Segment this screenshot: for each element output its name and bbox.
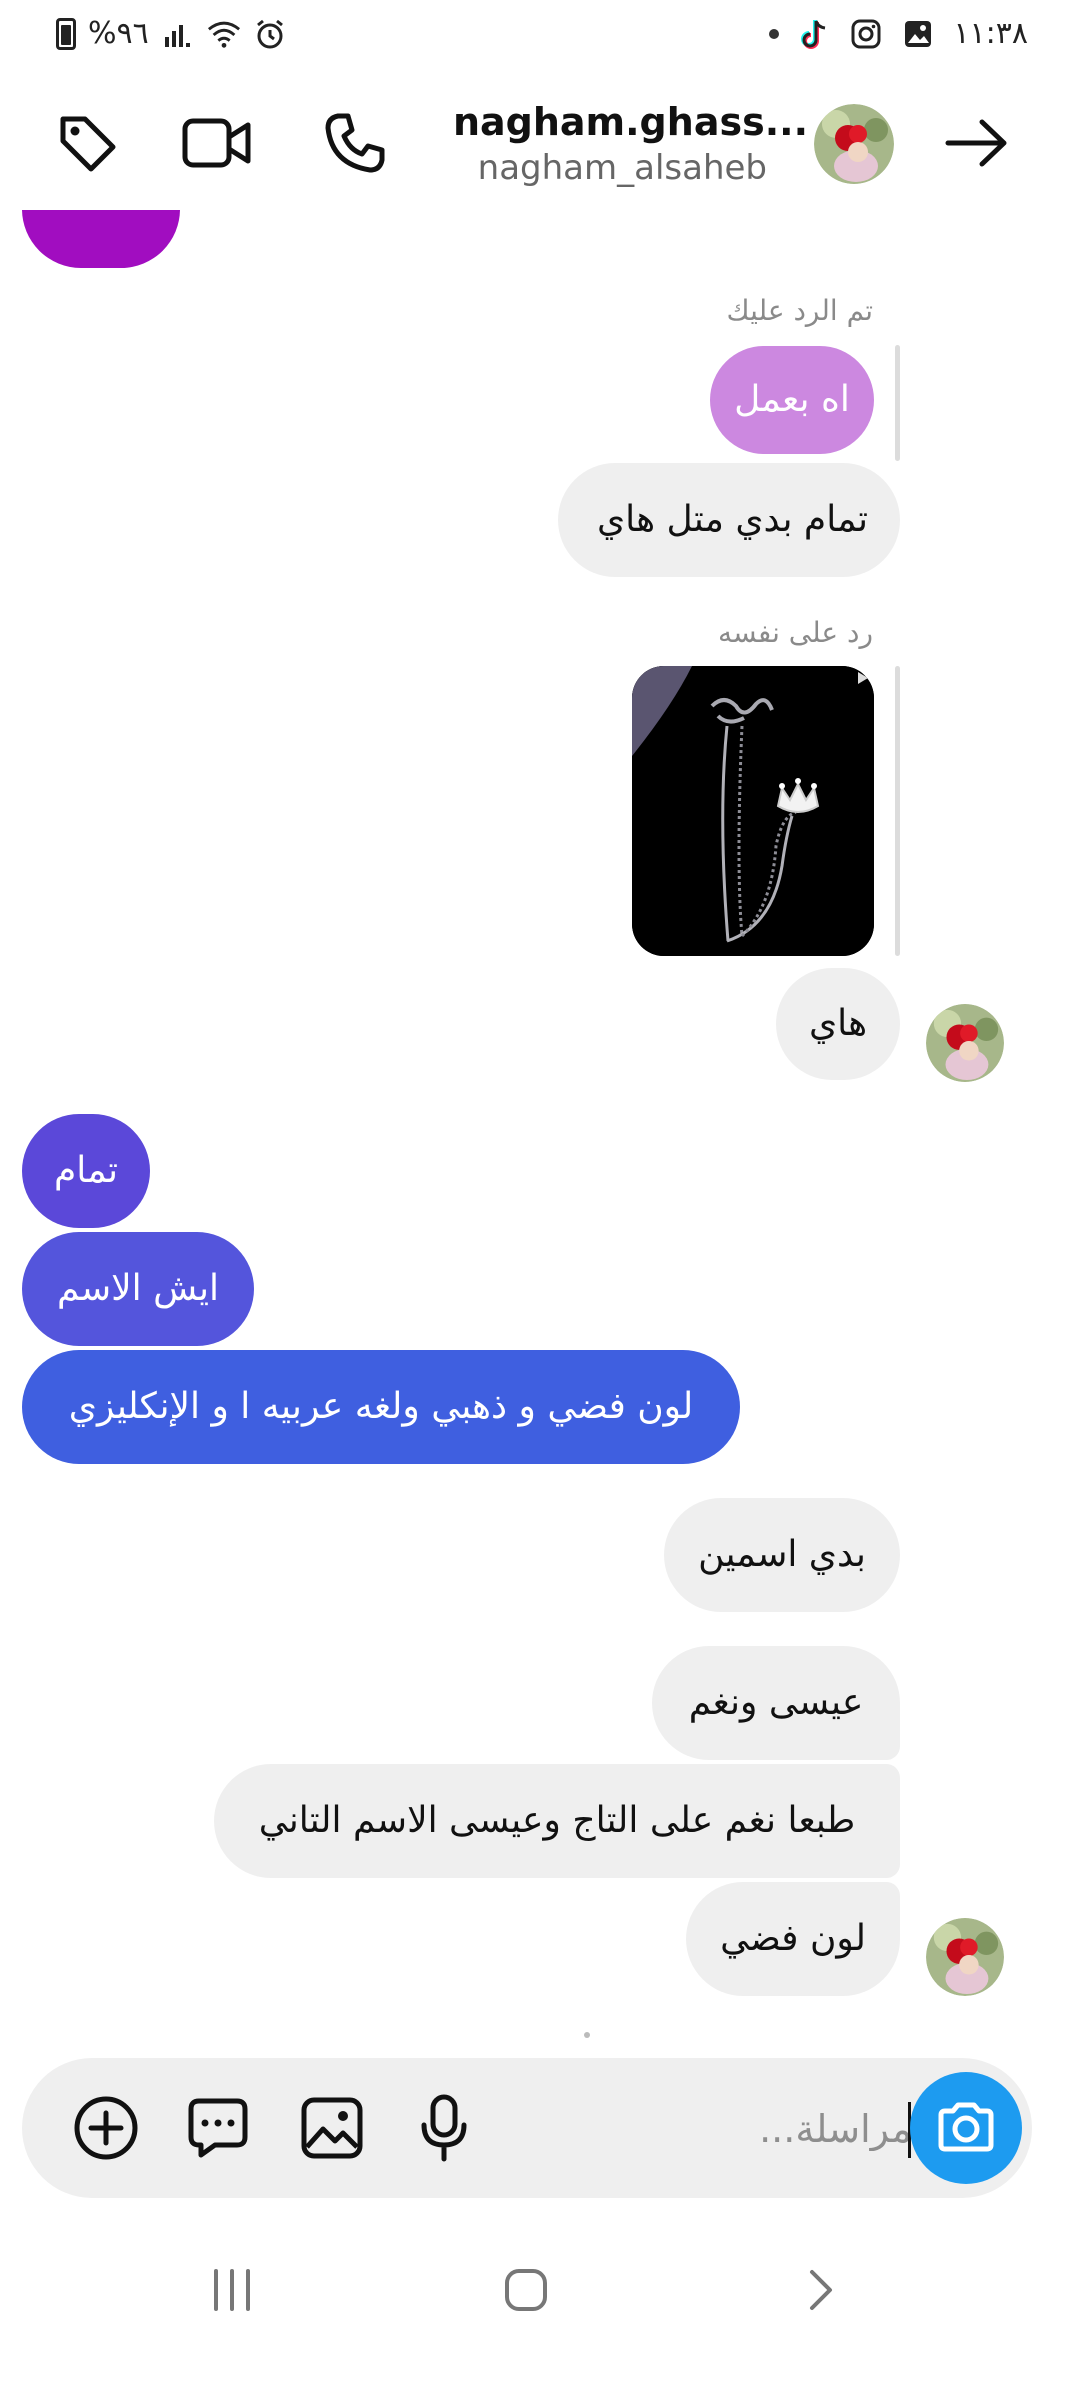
- status-time: ١١:٣٨: [953, 16, 1028, 51]
- typing-indicator-dot: [584, 2032, 590, 2038]
- instagram-icon: [849, 17, 883, 51]
- reply-note: رد على نفسه: [717, 616, 873, 649]
- recent-apps-icon[interactable]: [192, 2250, 272, 2330]
- reply-note: تم الرد عليك: [726, 294, 873, 327]
- tiktok-icon: [797, 17, 831, 51]
- notification-dot-icon: [769, 28, 780, 39]
- status-right: ١١:٣٨: [769, 16, 1028, 51]
- contact-avatar[interactable]: [814, 104, 894, 184]
- incoming-message[interactable]: بدي اسمين: [664, 1498, 900, 1612]
- battery-percent: %٩٦: [88, 16, 149, 51]
- gallery-notification-icon: [901, 17, 935, 51]
- shared-photo[interactable]: [632, 666, 874, 956]
- system-nav-bar: [0, 2230, 1080, 2340]
- camera-icon: [938, 2102, 994, 2152]
- battery-icon: [56, 17, 76, 50]
- outgoing-message[interactable]: لون فضي و ذهبي ولغه عربيه ا و الإنكليزي: [22, 1350, 740, 1464]
- status-bar: %٩٦ ١١:٣٨: [0, 0, 1080, 70]
- message-input[interactable]: [622, 2094, 912, 2164]
- contact-display-name[interactable]: nagham.ghass...: [453, 100, 808, 144]
- add-icon[interactable]: [68, 2090, 144, 2166]
- tag-icon[interactable]: [52, 108, 122, 178]
- microphone-icon[interactable]: [406, 2090, 482, 2166]
- signal-icon: [161, 17, 195, 51]
- reply-quote-bar: [895, 345, 900, 461]
- outgoing-message[interactable]: ايش الاسم: [22, 1232, 254, 1346]
- reply-quote-bubble[interactable]: اه بعمل: [710, 346, 874, 454]
- phone-icon[interactable]: [320, 108, 390, 178]
- wifi-icon: [207, 17, 241, 51]
- contact-username[interactable]: nagham_alsaheb: [478, 148, 767, 188]
- sticker-chat-icon[interactable]: [180, 2090, 256, 2166]
- status-left: %٩٦: [56, 16, 287, 51]
- reply-quote-bar: [895, 666, 900, 956]
- gallery-icon[interactable]: [294, 2090, 370, 2166]
- incoming-message[interactable]: لون فضي: [686, 1882, 900, 1996]
- incoming-message[interactable]: طبعا نغم على التاج وعيسى الاسم التاني: [214, 1764, 900, 1878]
- incoming-message[interactable]: هاي: [776, 968, 900, 1080]
- outgoing-message-partial[interactable]: [22, 210, 180, 268]
- message-composer: [22, 2058, 1032, 2198]
- outgoing-message[interactable]: تمام: [22, 1114, 150, 1228]
- incoming-message[interactable]: تمام بدي متل هاي: [558, 463, 900, 577]
- back-arrow-icon[interactable]: [942, 108, 1012, 178]
- message-thread[interactable]: تم الرد عليك اه بعمل تمام بدي متل هاي رد…: [0, 210, 1080, 2050]
- chat-header: nagham.ghass... nagham_alsaheb: [0, 80, 1080, 210]
- sender-avatar[interactable]: [926, 1004, 1004, 1082]
- incoming-message[interactable]: عيسى ونغم: [652, 1646, 900, 1760]
- back-icon[interactable]: [780, 2250, 860, 2330]
- video-call-icon[interactable]: [182, 108, 252, 178]
- camera-button[interactable]: [910, 2072, 1022, 2184]
- home-icon[interactable]: [486, 2250, 566, 2330]
- sender-avatar[interactable]: [926, 1918, 1004, 1996]
- alarm-icon: [253, 17, 287, 51]
